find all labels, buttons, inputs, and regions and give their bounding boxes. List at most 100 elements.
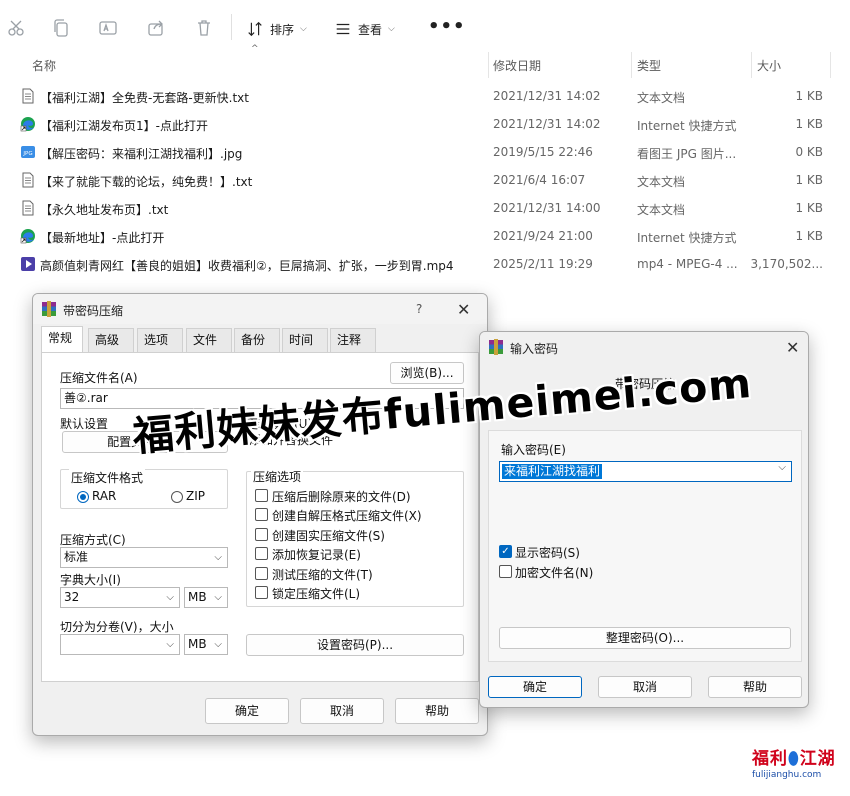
format-rar-label: RAR <box>92 489 117 503</box>
method-select[interactable]: 标准 ⌵ <box>60 547 228 568</box>
file-size: 0 KB <box>795 145 823 159</box>
file-name: 【最新地址】-点此打开 <box>40 231 165 245</box>
file-type: 看图王 JPG 图片... <box>637 147 737 161</box>
column-divider[interactable] <box>631 52 632 78</box>
chevron-down-icon[interactable]: ⌵ <box>778 462 786 473</box>
archive-dialog-titlebar[interactable]: 带密码压缩 ? ✕ <box>33 294 487 324</box>
site-logo: 福利⬮江湖 fulijianghu.com <box>752 744 842 780</box>
archive-options-group: 压缩选项 压缩后删除原来的文件(D) 创建自解压格式压缩文件(X) 创建固实压缩… <box>246 468 464 607</box>
file-type: Internet 快捷方式 <box>637 119 737 133</box>
split-volume-select[interactable]: ⌵ <box>60 634 180 655</box>
command-bar: 排序 ⌵ 查看 ⌵ ••• <box>0 0 850 52</box>
option-test-checkbox[interactable] <box>255 567 268 580</box>
option-recovery-checkbox[interactable] <box>255 547 268 560</box>
cut-icon[interactable] <box>6 18 26 38</box>
winrar-icon <box>42 301 56 317</box>
dictionary-value: 32 <box>64 590 80 604</box>
file-row[interactable]: 高颜值刺青网红【善良的姐姐】收费福利②，巨屌搞洞、扩张，一步到胃.mp4 202… <box>0 250 850 278</box>
copy-icon[interactable] <box>51 18 71 38</box>
view-label: 查看 <box>358 22 383 37</box>
share-icon[interactable] <box>146 18 166 38</box>
view-button[interactable]: 查看 ⌵ <box>334 18 395 40</box>
logo-title-b: 江湖 <box>799 749 836 769</box>
password-input[interactable]: 来福利江湖找福利 ⌵ <box>499 461 792 482</box>
column-divider[interactable] <box>488 52 489 78</box>
dictionary-select[interactable]: 32 ⌵ <box>60 587 180 608</box>
password-group: 输入密码(E) 来福利江湖找福利 ⌵ ✓ 显示密码(S) 加密文件名(N) 整理… <box>488 430 802 662</box>
option-lock-checkbox[interactable] <box>255 586 268 599</box>
winrar-icon <box>489 339 503 355</box>
dictionary-unit-select[interactable]: MB ⌵ <box>184 587 228 608</box>
chevron-down-icon: ⌵ <box>300 24 307 34</box>
file-row[interactable]: JPG 【解压密码：来福利江湖找福利】.jpg 2019/5/15 22:46 … <box>0 138 850 166</box>
split-volume-label: 切分为分卷(V)，大小 <box>60 620 174 634</box>
encrypt-names-checkbox[interactable] <box>499 565 512 578</box>
tab-general[interactable]: 常规 <box>41 326 83 353</box>
file-name: 【来了就能下载的论坛，纯免费！】.txt <box>40 175 253 189</box>
file-row[interactable]: 【来了就能下载的论坛，纯免费！】.txt 2021/6/4 16:07 文本文档… <box>0 166 850 194</box>
method-value: 标准 <box>64 550 89 564</box>
close-icon[interactable]: ✕ <box>457 300 470 319</box>
chevron-down-icon: ⌵ <box>214 552 222 563</box>
show-password-checkbox[interactable]: ✓ <box>499 545 512 558</box>
file-name: 【解压密码：来福利江湖找福利】.jpg <box>40 147 243 161</box>
column-divider[interactable] <box>751 52 752 78</box>
file-date: 2021/9/24 21:00 <box>493 229 593 243</box>
svg-text:JPG: JPG <box>22 151 32 157</box>
rename-icon[interactable] <box>98 18 118 38</box>
help-question-icon[interactable]: ? <box>416 302 422 316</box>
logo-url: fulijianghu.com <box>752 770 822 780</box>
split-unit: MB <box>188 637 207 651</box>
column-type[interactable]: 类型 <box>637 57 661 74</box>
organize-passwords-button[interactable]: 整理密码(O)... <box>499 627 791 649</box>
option-solid-checkbox[interactable] <box>255 528 268 541</box>
set-password-button[interactable]: 设置密码(P)... <box>246 634 464 656</box>
tab-options[interactable]: 选项 <box>137 328 183 352</box>
password-dialog-title: 输入密码 <box>510 342 559 356</box>
file-name: 【福利江湖发布页1】-点此打开 <box>40 119 208 133</box>
option-delete-checkbox[interactable] <box>255 489 268 502</box>
ok-button[interactable]: 确定 <box>205 698 289 724</box>
file-type: Internet 快捷方式 <box>637 231 737 245</box>
archive-dialog: 带密码压缩 ? ✕ 常规 高级 选项 文件 备份 时间 注释 压缩文件名(A) … <box>32 293 488 736</box>
tab-backup[interactable]: 备份 <box>234 328 280 352</box>
file-size: 1 KB <box>795 89 823 103</box>
column-modified[interactable]: 修改日期 <box>493 57 541 74</box>
sort-button[interactable]: 排序 ⌵ <box>246 18 307 40</box>
help-button[interactable]: 帮助 <box>708 676 802 698</box>
column-size[interactable]: 大小 <box>757 57 781 74</box>
file-type: 文本文档 <box>637 91 686 105</box>
cancel-button[interactable]: 取消 <box>598 676 692 698</box>
file-row[interactable]: 【福利江湖发布页1】-点此打开 2021/12/31 14:02 Interne… <box>0 110 850 138</box>
tab-time[interactable]: 时间 <box>282 328 328 352</box>
cancel-button[interactable]: 取消 <box>300 698 384 724</box>
file-row[interactable]: 【福利江湖】全免费-无套路-更新快.txt 2021/12/31 14:02 文… <box>0 82 850 110</box>
ok-button[interactable]: 确定 <box>488 676 582 698</box>
chevron-down-icon: ⌵ <box>214 639 222 650</box>
format-zip-radio[interactable] <box>171 491 183 503</box>
file-size: 1 KB <box>795 201 823 215</box>
dictionary-label: 字典大小(I) <box>60 573 121 587</box>
logo-drop-icon: ⬮ <box>788 749 800 769</box>
option-sfx-label: 创建自解压格式压缩文件(X) <box>272 509 422 523</box>
delete-icon[interactable] <box>194 18 214 38</box>
column-name[interactable]: 名称 <box>32 57 56 74</box>
video-file-icon <box>21 257 35 271</box>
option-sfx-checkbox[interactable] <box>255 508 268 521</box>
archive-format-label: 压缩文件格式 <box>69 469 146 486</box>
archive-name-label: 压缩文件名(A) <box>60 371 138 385</box>
file-row[interactable]: 【最新地址】-点此打开 2021/9/24 21:00 Internet 快捷方… <box>0 222 850 250</box>
file-size: 3,170,502... <box>750 257 823 271</box>
column-divider[interactable] <box>830 52 831 78</box>
tab-comment[interactable]: 注释 <box>330 328 376 352</box>
help-button[interactable]: 帮助 <box>395 698 479 724</box>
sort-ascending-icon: ^ <box>251 44 259 54</box>
more-options-button[interactable]: ••• <box>428 16 466 37</box>
format-rar-radio[interactable] <box>77 491 89 503</box>
close-icon[interactable]: ✕ <box>786 338 799 357</box>
tab-files[interactable]: 文件 <box>186 328 232 352</box>
tab-advanced[interactable]: 高级 <box>88 328 134 352</box>
method-label: 压缩方式(C) <box>60 533 126 547</box>
file-row[interactable]: 【永久地址发布页】.txt 2021/12/31 14:00 文本文档 1 KB <box>0 194 850 222</box>
split-unit-select[interactable]: MB ⌵ <box>184 634 228 655</box>
